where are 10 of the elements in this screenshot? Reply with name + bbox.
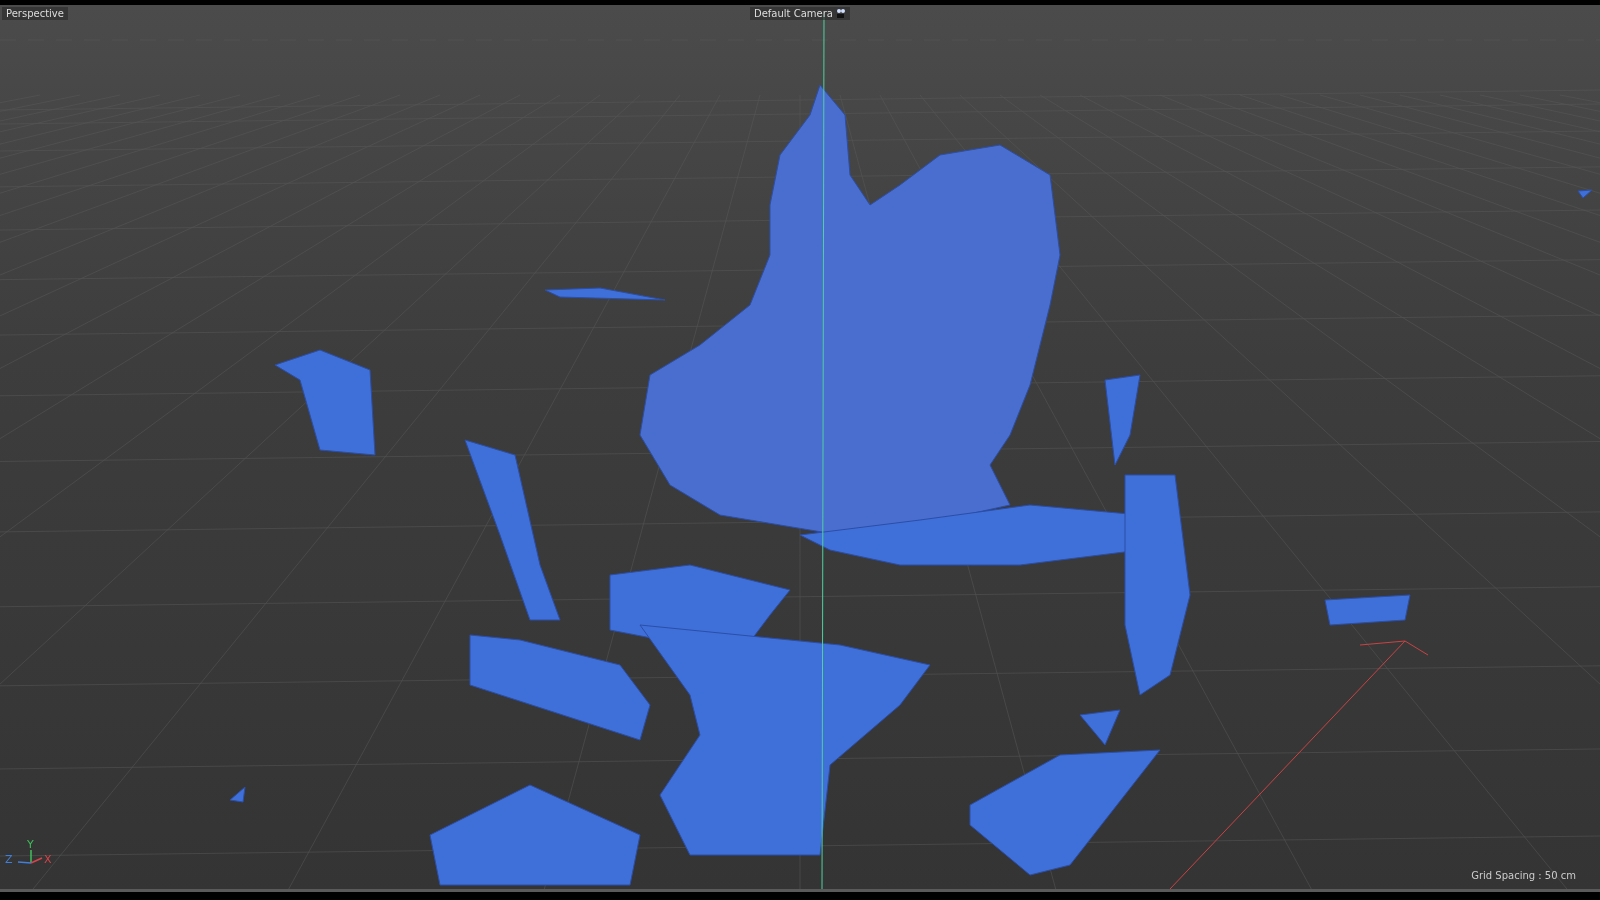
view-name-label[interactable]: Perspective: [2, 7, 68, 20]
axis-gizmo-drawing: [17, 849, 43, 864]
camera-label[interactable]: Default Camera: [750, 7, 850, 20]
axis-label: X: [44, 853, 52, 866]
axis-label: Y: [27, 838, 34, 851]
grid-spacing-label: Grid Spacing : 50 cm: [1471, 870, 1576, 881]
camera-name: Default Camera: [754, 8, 833, 19]
axis-label: Z: [5, 853, 13, 866]
camera-icon: [835, 9, 846, 18]
viewport[interactable]: Perspective Default Camera Y Z X Grid Spacing : 50 cm: [0, 5, 1600, 892]
